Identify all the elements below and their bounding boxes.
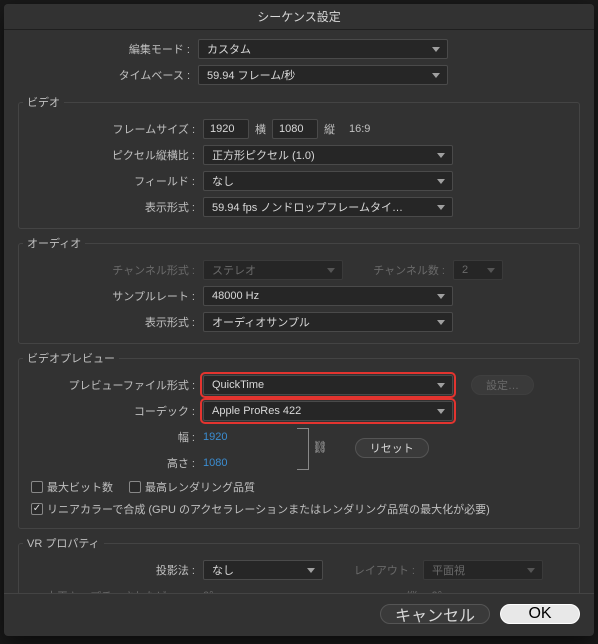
chain-link-icon[interactable]: ⛓ [309, 440, 330, 454]
preview-file-format-dropdown[interactable]: QuickTime [203, 375, 453, 395]
video-preview-section: ビデオプレビュー プレビューファイル形式 : QuickTime 設定… コーデ… [18, 350, 580, 529]
linear-color-checkbox[interactable]: リニアカラーで合成 (GPU のアクセラレーションまたはレンダリング品質の最大化… [31, 501, 490, 517]
channel-count-label: チャンネル数 : [343, 262, 453, 278]
max-bit-depth-checkbox[interactable]: 最大ビット数 [31, 479, 113, 495]
frame-width-input[interactable]: 1920 [203, 119, 249, 139]
frame-height-unit: 縦 [324, 121, 335, 137]
projection-label: 投影法 : [23, 562, 203, 578]
video-legend: ビデオ [23, 94, 64, 110]
sample-rate-label: サンプルレート : [23, 288, 203, 304]
vert-view-label: 縦 : [214, 588, 432, 593]
preview-height-label: 高さ : [23, 455, 203, 471]
audio-legend: オーディオ [23, 235, 85, 251]
field-dropdown[interactable]: なし [203, 171, 453, 191]
vert-view-value: 0° [432, 590, 443, 593]
audio-display-dropdown[interactable]: オーディオサンプル [203, 312, 453, 332]
max-render-quality-checkbox[interactable]: 最高レンダリング品質 [129, 479, 255, 495]
reset-button[interactable]: リセット [355, 438, 429, 458]
cancel-button[interactable]: キャンセル [380, 604, 490, 624]
channel-format-label: チャンネル形式 : [23, 262, 203, 278]
video-display-label: 表示形式 : [23, 199, 203, 215]
channel-format-dropdown: ステレオ [203, 260, 343, 280]
frame-aspect: 16:9 [349, 123, 370, 135]
projection-dropdown[interactable]: なし [203, 560, 323, 580]
edit-mode-label: 編集モード : [18, 41, 198, 57]
vr-legend: VR プロパティ [23, 535, 104, 551]
frame-width-unit: 横 [255, 121, 266, 137]
vr-section: VR プロパティ 投影法 : なし レイアウト : 平面視 水平キャプチャされた… [18, 535, 580, 593]
dialog-title: シーケンス設定 [4, 4, 594, 30]
preview-width-label: 幅 : [23, 429, 203, 445]
sample-rate-dropdown[interactable]: 48000 Hz [203, 286, 453, 306]
audio-section: オーディオ チャンネル形式 : ステレオ チャンネル数 : 2 サンプルレート … [18, 235, 580, 344]
edit-mode-dropdown[interactable]: カスタム [198, 39, 448, 59]
codec-label: コーデック : [23, 403, 203, 419]
sequence-settings-dialog: シーケンス設定 編集モード : カスタム タイムベース : 59.94 フレーム… [4, 4, 594, 636]
audio-display-label: 表示形式 : [23, 314, 203, 330]
timebase-label: タイムベース : [18, 67, 198, 83]
link-bracket-icon [297, 428, 309, 470]
pixel-aspect-dropdown[interactable]: 正方形ピクセル (1.0) [203, 145, 453, 165]
timebase-dropdown[interactable]: 59.94 フレーム/秒 [198, 65, 448, 85]
video-preview-legend: ビデオプレビュー [23, 350, 119, 366]
layout-label: レイアウト : [323, 562, 423, 578]
configure-button: 設定… [471, 375, 534, 395]
horiz-view-label: 水平キャプチャされたビュー : [23, 588, 203, 593]
preview-file-format-label: プレビューファイル形式 : [23, 377, 203, 393]
pixel-aspect-label: ピクセル縦横比 : [23, 147, 203, 163]
field-label: フィールド : [23, 173, 203, 189]
codec-dropdown[interactable]: Apple ProRes 422 [203, 401, 453, 421]
frame-size-label: フレームサイズ : [23, 121, 203, 137]
preview-width-value[interactable]: 1920 [203, 431, 227, 443]
ok-button[interactable]: OK [500, 604, 580, 624]
dialog-content: 編集モード : カスタム タイムベース : 59.94 フレーム/秒 ビデオ フ… [4, 30, 594, 593]
frame-height-input[interactable]: 1080 [272, 119, 318, 139]
video-section: ビデオ フレームサイズ : 1920 横 1080 縦 16:9 ピクセル縦横比… [18, 94, 580, 229]
video-display-dropdown[interactable]: 59.94 fps ノンドロップフレームタイ… [203, 197, 453, 217]
horiz-view-value: 0° [203, 590, 214, 593]
preview-height-value[interactable]: 1080 [203, 457, 227, 469]
dialog-footer: キャンセル OK [4, 593, 594, 636]
layout-dropdown: 平面視 [423, 560, 543, 580]
channel-count-dropdown: 2 [453, 260, 503, 280]
